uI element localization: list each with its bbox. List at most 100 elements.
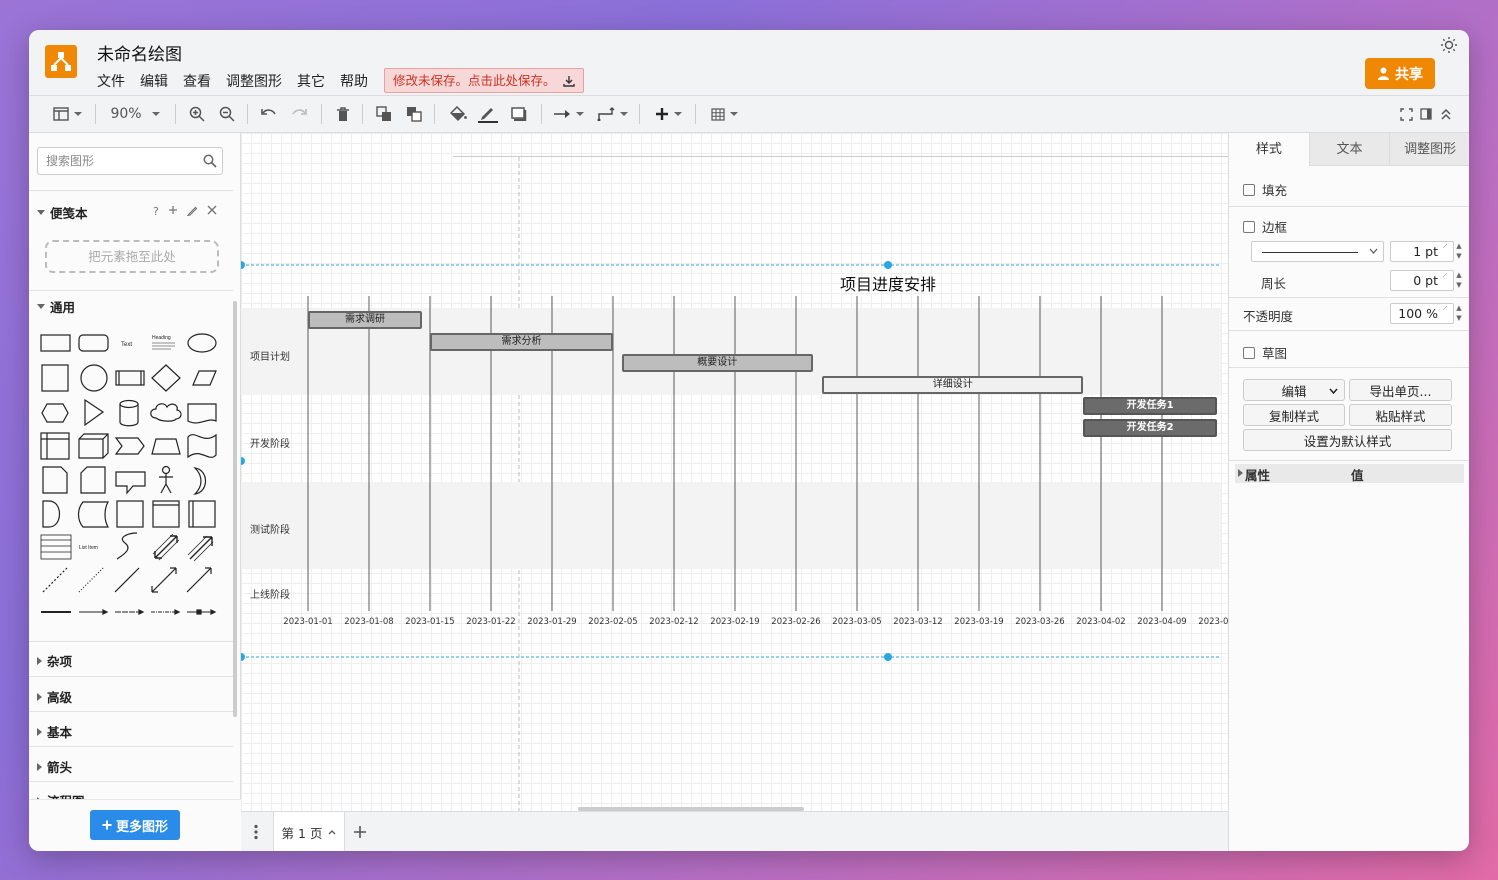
- stepper-arrows-icon[interactable]: ▲ ▼: [1454, 270, 1464, 291]
- basic-section-header[interactable]: 基本: [37, 722, 72, 741]
- shape-card[interactable]: [80, 466, 106, 494]
- line-checkbox[interactable]: [1243, 220, 1255, 233]
- stepper-arrows-icon[interactable]: ▲ ▼: [1454, 241, 1464, 262]
- connection-style-button[interactable]: [551, 103, 585, 125]
- shape-connector-multi[interactable]: [187, 609, 217, 615]
- sketch-checkbox[interactable]: [1243, 346, 1255, 359]
- task-bar[interactable]: 开发任务1: [1083, 397, 1217, 415]
- zoom-out-button[interactable]: [217, 103, 237, 125]
- shape-cylinder[interactable]: [119, 399, 139, 427]
- shape-internal-storage[interactable]: [40, 432, 70, 460]
- misc-section-header[interactable]: 杂项: [37, 651, 72, 670]
- shape-tape[interactable]: [187, 433, 217, 459]
- shape-triangle[interactable]: [84, 398, 105, 427]
- shape-dotted-line[interactable]: [78, 567, 104, 593]
- shape-diamond[interactable]: [151, 364, 181, 392]
- line-width-input[interactable]: 1 pt ▲ ▼: [1390, 241, 1462, 262]
- shape-line[interactable]: [114, 567, 140, 593]
- shape-cloud[interactable]: [150, 403, 182, 422]
- menu-help[interactable]: 帮助: [340, 71, 368, 91]
- shape-process[interactable]: [115, 370, 145, 386]
- shape-callout[interactable]: [115, 471, 146, 495]
- to-front-button[interactable]: [374, 103, 394, 125]
- shape-step[interactable]: [114, 437, 145, 455]
- collapse-toolbar-button[interactable]: [1439, 103, 1453, 125]
- task-bar[interactable]: 详细设计: [822, 376, 1084, 394]
- export-page-button[interactable]: 导出单页...: [1349, 379, 1452, 401]
- shape-rectangle[interactable]: [40, 334, 71, 352]
- table-button[interactable]: [707, 103, 741, 125]
- shape-vertical-container[interactable]: [188, 500, 216, 528]
- shape-actor[interactable]: [159, 465, 173, 494]
- shape-frame[interactable]: [116, 500, 144, 528]
- shape-list[interactable]: [40, 534, 72, 560]
- more-shapes-button[interactable]: 更多图形: [90, 810, 180, 840]
- paste-style-button[interactable]: 粘贴样式: [1349, 404, 1452, 426]
- shape-textbox[interactable]: Heading: [152, 335, 175, 350]
- arrows-section-header[interactable]: 箭头: [37, 757, 72, 776]
- general-section-header[interactable]: 通用: [37, 297, 75, 316]
- opacity-input[interactable]: 100 % ▲ ▼: [1390, 303, 1462, 324]
- waypoints-button[interactable]: [595, 103, 629, 125]
- format-panel-toggle[interactable]: [1419, 103, 1433, 125]
- perimeter-input[interactable]: 0 pt ▲ ▼: [1390, 270, 1462, 291]
- shape-arrow[interactable]: [187, 535, 214, 562]
- tab-style[interactable]: 样式: [1229, 133, 1309, 166]
- insert-button[interactable]: [651, 103, 685, 125]
- shape-parallelogram[interactable]: [192, 370, 217, 386]
- shape-dashed-line[interactable]: [42, 567, 68, 593]
- view-panels-button[interactable]: [49, 103, 85, 125]
- shape-ellipse[interactable]: [187, 333, 217, 353]
- edit-style-select[interactable]: 编辑: [1243, 379, 1345, 401]
- menu-extras[interactable]: 其它: [297, 71, 325, 91]
- copy-style-button[interactable]: 复制样式: [1243, 404, 1345, 426]
- sidebar-scrollbar[interactable]: [233, 301, 237, 717]
- shape-bidirectional-connector[interactable]: [151, 567, 177, 593]
- help-icon[interactable]: ?: [153, 205, 159, 218]
- scratchpad-dropzone[interactable]: 把元素拖至此处: [45, 240, 219, 273]
- add-icon[interactable]: [168, 205, 178, 215]
- fill-checkbox[interactable]: [1243, 183, 1255, 196]
- shape-cube[interactable]: [78, 433, 109, 459]
- shape-text[interactable]: Text: [121, 342, 132, 348]
- task-bar[interactable]: 概要设计: [621, 354, 814, 372]
- line-color-button[interactable]: [477, 103, 499, 125]
- close-icon[interactable]: [207, 205, 217, 215]
- shape-note[interactable]: [42, 466, 68, 494]
- add-page-icon[interactable]: [353, 825, 367, 839]
- to-back-button[interactable]: [404, 103, 424, 125]
- chart-title[interactable]: 项目进度安排: [840, 271, 936, 295]
- shape-document[interactable]: [187, 403, 217, 424]
- shape-display[interactable]: [77, 501, 110, 528]
- fill-color-button[interactable]: [447, 103, 469, 125]
- shape-delay[interactable]: [42, 500, 61, 528]
- menu-file[interactable]: 文件: [97, 71, 125, 91]
- sketch-option[interactable]: 草图: [1243, 343, 1287, 362]
- shape-list-item[interactable]: List Item: [79, 545, 98, 551]
- shape-hexagon[interactable]: [41, 403, 69, 423]
- page-menu-icon[interactable]: [253, 824, 259, 840]
- line-option[interactable]: 边框: [1243, 217, 1287, 236]
- unsaved-changes-button[interactable]: 修改未保存。点击此处保存。: [384, 68, 584, 93]
- page-tab-1[interactable]: 第 1 页: [273, 812, 345, 851]
- properties-header[interactable]: 属性 值: [1235, 464, 1464, 483]
- shadow-button[interactable]: [508, 103, 530, 125]
- shape-directional-connector[interactable]: [186, 567, 212, 593]
- search-input[interactable]: 搜索图形: [37, 147, 223, 175]
- shape-bidirectional-arrow[interactable]: [152, 533, 180, 561]
- zoom-in-button[interactable]: [187, 103, 207, 125]
- fill-option[interactable]: 填充: [1243, 180, 1287, 199]
- shape-rounded-rectangle[interactable]: [78, 334, 109, 352]
- task-bar[interactable]: 开发任务2: [1083, 419, 1217, 437]
- menu-edit[interactable]: 编辑: [140, 71, 168, 91]
- shape-container[interactable]: [152, 500, 180, 528]
- stepper-arrows-icon[interactable]: ▲ ▼: [1454, 303, 1464, 324]
- redo-button[interactable]: [288, 103, 310, 125]
- delete-button[interactable]: [333, 103, 353, 125]
- shape-trapezoid[interactable]: [151, 438, 181, 455]
- advanced-section-header[interactable]: 高级: [37, 687, 72, 706]
- scratchpad-header[interactable]: 便笺本: [37, 203, 88, 222]
- document-title[interactable]: 未命名绘图: [97, 40, 182, 65]
- shape-connector-label[interactable]: [115, 609, 145, 615]
- undo-button[interactable]: [258, 103, 280, 125]
